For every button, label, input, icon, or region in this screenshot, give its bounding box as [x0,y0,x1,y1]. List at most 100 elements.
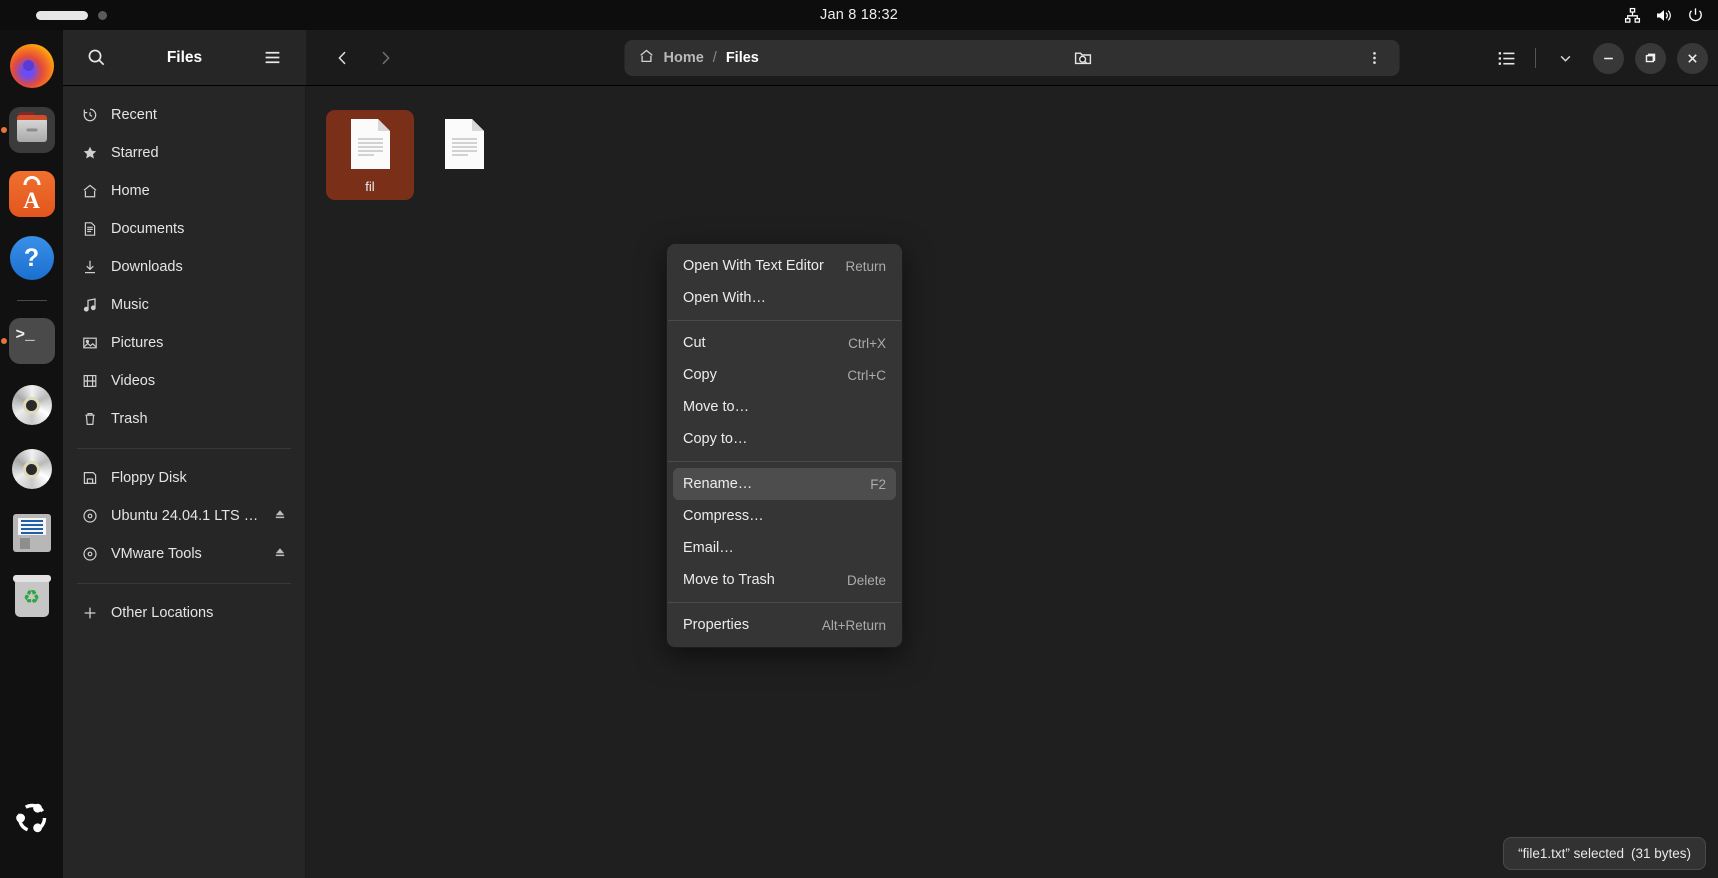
sidebar-item-trash[interactable]: Trash [71,400,297,438]
menu-item-compress[interactable]: Compress… [673,500,896,532]
dock-item-files[interactable] [0,106,56,154]
close-button[interactable] [1677,42,1708,74]
dock-item-help[interactable]: ? [8,234,56,282]
menu-item-accel: F2 [870,476,886,492]
dock-item-ubuntu-software[interactable]: A [8,170,56,218]
sidebar-item-downloads[interactable]: Downloads [71,248,297,286]
floppy-icon [81,470,98,487]
menu-item-label: Copy to… [683,431,748,447]
menu-item-open-with[interactable]: Open With… [673,282,896,314]
vertical-dots-icon[interactable] [1358,41,1392,75]
clock[interactable]: Jan 8 18:32 [820,7,898,23]
file-item-file2[interactable] [420,110,508,200]
menu-item-properties[interactable]: Properties Alt+Return [673,609,896,641]
dock-item-trash[interactable]: ♻ [8,573,56,621]
network-icon [1624,7,1641,24]
star-icon [81,145,98,162]
forward-button[interactable] [368,41,402,75]
main-header-bar: Home / Files [306,30,1718,86]
activities-indicator[interactable] [36,10,107,20]
trash-icon: ♻ [12,575,51,617]
dock-item-floppy-disk[interactable] [8,509,56,557]
hamburger-icon[interactable] [256,41,290,75]
music-note-icon [81,297,98,314]
sidebar-label: Starred [111,145,159,161]
sidebar-item-ubuntu-iso[interactable]: Ubuntu 24.04.1 LTS … [71,497,297,535]
disc-icon [81,508,98,525]
menu-item-email[interactable]: Email… [673,532,896,564]
help-icon: ? [9,236,54,280]
menu-item-label: Open With Text Editor [683,258,824,274]
menu-item-rename[interactable]: Rename… F2 [673,468,896,500]
system-top-bar: Jan 8 18:32 [0,0,1718,30]
menu-item-move-to-trash[interactable]: Move to Trash Delete [673,564,896,596]
menu-item-copy-to[interactable]: Copy to… [673,423,896,455]
file-item-file1[interactable]: fil [326,110,414,200]
menu-item-cut[interactable]: Cut Ctrl+X [673,327,896,359]
download-icon [81,259,98,276]
files-icon [8,107,55,153]
menu-item-move-to[interactable]: Move to… [673,391,896,423]
breadcrumb-separator: / [712,50,717,66]
status-text: “file1.txt” selected [1518,846,1624,861]
context-menu[interactable]: Open With Text Editor Return Open With… … [666,243,903,648]
sidebar-item-videos[interactable]: Videos [71,362,297,400]
desktop: Jan 8 18:32 A ? >_ ♻ Files Home / Files … [0,0,1718,878]
eject-icon[interactable] [273,507,287,525]
minimize-button[interactable] [1593,42,1624,74]
eject-icon[interactable] [273,545,287,563]
workspace-pill-active[interactable] [36,10,88,20]
breadcrumb-item-home[interactable]: Home [664,50,704,66]
menu-item-accel: Ctrl+C [847,367,886,383]
running-indicator [0,127,7,133]
system-status-area[interactable] [1624,7,1704,24]
sidebar-item-recent[interactable]: Recent [71,96,297,134]
clock-icon [81,107,98,124]
sidebar-label: Videos [111,373,156,389]
text-file-icon [443,118,486,170]
sidebar-item-home[interactable]: Home [71,172,297,210]
sidebar-label: Trash [111,411,148,427]
folder-search-icon[interactable] [1066,41,1100,75]
sidebar-item-floppy-disk[interactable]: Floppy Disk [71,459,297,497]
dock-item-cd-drive-1[interactable] [8,381,56,429]
sidebar-item-other-locations[interactable]: Other Locations [71,594,297,632]
sidebar-item-starred[interactable]: Starred [71,134,297,172]
sidebar-label: Documents [111,221,185,237]
sidebar-item-documents[interactable]: Documents [71,210,297,248]
file-label: fil [365,179,375,194]
dock-item-terminal[interactable]: >_ [0,317,56,365]
menu-item-copy[interactable]: Copy Ctrl+C [673,359,896,391]
dock-item-cd-drive-2[interactable] [8,445,56,493]
menu-item-open-with-text-editor[interactable]: Open With Text Editor Return [673,250,896,282]
back-button[interactable] [326,41,360,75]
path-bar[interactable]: Home / Files [624,40,1400,76]
sidebar-item-music[interactable]: Music [71,286,297,324]
running-indicator [0,338,7,344]
menu-divider [668,461,901,462]
search-icon[interactable] [79,41,113,75]
menu-item-label: Move to… [683,399,750,415]
sidebar-label: Home [111,183,150,199]
sidebar-item-vmware-tools[interactable]: VMware Tools [71,535,297,573]
workspace-dot-inactive[interactable] [98,10,107,20]
file-view[interactable]: fil Open With Text Editor Return Open Wi… [306,86,1718,878]
menu-item-accel: Alt+Return [821,617,886,633]
chevron-down-icon[interactable] [1548,41,1582,75]
sidebar-header: Files [63,30,306,86]
menu-divider [668,320,901,321]
menu-item-label: Move to Trash [683,572,775,588]
show-applications-button[interactable] [8,794,56,842]
list-view-icon[interactable] [1489,41,1523,75]
dock-item-firefox[interactable] [8,42,56,90]
sidebar-label: Downloads [111,259,183,275]
menu-divider [668,602,901,603]
sidebar-label: Recent [111,107,157,123]
breadcrumb-item-files[interactable]: Files [726,50,759,66]
sidebar-item-pictures[interactable]: Pictures [71,324,297,362]
sidebar-label: Floppy Disk [111,470,187,486]
file-grid: fil [306,86,1718,224]
menu-item-accel: Ctrl+X [848,335,886,351]
maximize-button[interactable] [1635,42,1666,74]
firefox-icon [9,44,54,88]
